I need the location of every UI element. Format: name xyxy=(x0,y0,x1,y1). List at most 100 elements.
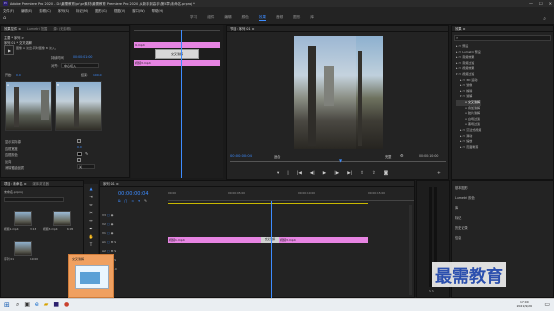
close-button[interactable]: ✕ xyxy=(549,1,552,6)
search-icon[interactable]: ⌕ xyxy=(16,301,19,309)
lock-icon[interactable]: ▢ xyxy=(107,231,110,235)
panel-essential-graphics[interactable]: 基本图形 xyxy=(455,183,553,193)
notification-icon[interactable]: ▭ xyxy=(544,301,550,308)
pen-tool-icon[interactable]: ✒ xyxy=(89,226,92,231)
mark-out-icon[interactable]: | xyxy=(287,171,289,176)
eye-icon[interactable]: ◉ xyxy=(111,213,114,217)
panel-history[interactable]: 历史记录 xyxy=(455,223,553,233)
maximize-button[interactable]: ☐ xyxy=(539,1,543,6)
tab-sequence[interactable]: 序列 01 ≡ xyxy=(103,181,119,186)
tab-effects[interactable]: 效果 ≡ xyxy=(455,26,465,31)
reverse-checkbox[interactable] xyxy=(77,158,81,162)
zoom-select[interactable]: 适合 xyxy=(274,154,280,159)
system-clock[interactable]: 17:00 2021/9/26 xyxy=(517,300,532,308)
hand-tool-icon[interactable]: ✋ xyxy=(89,234,94,239)
add-marker-icon[interactable]: ▾ xyxy=(138,199,140,203)
work-area-bar[interactable] xyxy=(168,203,368,204)
type-tool-icon[interactable]: T xyxy=(90,242,92,247)
program-scrub-bar[interactable] xyxy=(230,161,446,162)
tab-project[interactable]: 项目: 未命名 ≡ xyxy=(4,181,26,186)
menu-marker[interactable]: 标记(M) xyxy=(76,8,88,13)
border-color-swatch[interactable] xyxy=(77,152,82,156)
timeline-ruler[interactable]: 00:00 00:00:05:00 00:00:10:00 00:00:15:0… xyxy=(168,191,414,201)
taskbar-preview-popup[interactable]: 交叉溶解 xyxy=(68,254,114,298)
eyedropper-icon[interactable]: ✎ xyxy=(85,151,88,156)
end-value[interactable]: 100.0 xyxy=(93,73,102,77)
ripple-edit-tool-icon[interactable]: ⇔ xyxy=(89,202,92,207)
tab-lumetri-scopes[interactable]: Lumetri 范围 xyxy=(27,26,47,31)
premiere-taskbar-icon[interactable]: ■ xyxy=(53,301,59,309)
nest-icon[interactable]: ⧉ xyxy=(118,199,121,203)
alignment-select[interactable]: 中心切入 xyxy=(61,63,99,68)
tab-effect-controls[interactable]: 效果控件 ≡ xyxy=(4,26,21,31)
play-transition-preview[interactable]: ▶ xyxy=(4,45,14,55)
lift-icon[interactable]: ⇧ xyxy=(360,171,364,176)
menu-graphics[interactable]: 图形(G) xyxy=(95,8,107,13)
panel-markers[interactable]: 标记 xyxy=(455,213,553,223)
menu-window[interactable]: 窗口(W) xyxy=(132,8,144,13)
track-select-tool-icon[interactable]: ⇥ xyxy=(89,194,92,199)
search-icon[interactable]: ⌕ xyxy=(543,16,546,22)
resolution-select[interactable]: 完整 xyxy=(385,154,391,159)
timeline-settings-icon[interactable]: ✎ xyxy=(144,199,147,203)
menu-view[interactable]: 视图(V) xyxy=(114,8,125,13)
timeline-transition[interactable]: 交叉溶解 xyxy=(261,237,279,243)
workspace-tab-libraries[interactable]: 库 xyxy=(310,15,314,21)
effects-item-page-peel[interactable]: ▸ ▭ 页面剥落 xyxy=(456,145,481,151)
program-playhead-icon[interactable]: ▼ xyxy=(339,158,342,163)
lock-icon[interactable]: ▢ xyxy=(107,249,110,253)
menu-help[interactable]: 帮助(H) xyxy=(152,8,164,13)
task-view-icon[interactable]: ▣ xyxy=(24,301,30,309)
workspace-tab-graphics[interactable]: 图形 xyxy=(293,15,300,21)
timeline-playhead[interactable] xyxy=(271,201,272,299)
panel-info[interactable]: 信息 xyxy=(455,233,553,243)
step-forward-icon[interactable]: |▶ xyxy=(334,171,339,176)
menu-file[interactable]: 文件(F) xyxy=(3,8,14,13)
workspace-tab-editing[interactable]: 编辑 xyxy=(224,15,231,21)
app-icon[interactable]: ● xyxy=(64,301,69,309)
anti-aliasing-select[interactable]: 关 xyxy=(77,164,95,169)
go-to-in-icon[interactable]: |◀ xyxy=(297,171,302,176)
add-button-icon[interactable]: + xyxy=(437,171,441,176)
export-frame-icon[interactable]: ◙ xyxy=(384,171,388,176)
project-search-input[interactable] xyxy=(4,197,64,202)
file-explorer-icon[interactable]: ▰ xyxy=(44,301,49,309)
timeline-clip-video1[interactable]: 视频1.mp4 xyxy=(168,237,261,243)
slip-tool-icon[interactable]: ↔ xyxy=(89,218,92,223)
tab-program[interactable]: 节目: 序列 01 ≡ xyxy=(230,26,254,31)
panel-libraries[interactable]: 库 xyxy=(455,203,553,213)
workspace-tab-learn[interactable]: 学习 xyxy=(190,15,197,21)
clip-a-bar[interactable]: 9.mp4 xyxy=(134,42,220,48)
linked-icon[interactable]: ∞ xyxy=(131,199,134,203)
effects-search-input[interactable]: ⌕ xyxy=(454,35,551,41)
menu-edit[interactable]: 编辑(E) xyxy=(21,8,32,13)
timeline-scrollbar[interactable] xyxy=(409,205,412,295)
duration-value[interactable]: 00:00:01:00 xyxy=(73,55,92,59)
workspace-tab-effects[interactable]: 效果 xyxy=(258,15,266,21)
project-clip-thumb-2[interactable] xyxy=(53,211,71,226)
windows-start-icon[interactable]: ⊞ xyxy=(4,301,10,309)
lock-icon[interactable]: ▢ xyxy=(107,240,110,244)
project-clip-thumb-1[interactable] xyxy=(14,211,32,226)
transition-bar[interactable]: 交叉溶解 xyxy=(155,49,199,59)
workspace-tab-assembly[interactable]: 组件 xyxy=(207,15,214,21)
eye-icon[interactable]: ◉ xyxy=(111,222,114,226)
menu-sequence[interactable]: 序列(S) xyxy=(58,8,69,13)
menu-clip[interactable]: 剪辑(C) xyxy=(39,8,50,13)
meter-solo-buttons[interactable]: S S xyxy=(429,289,434,293)
program-timecode[interactable]: 00:00:00:04 xyxy=(230,154,252,158)
razor-tool-icon[interactable]: ✂ xyxy=(89,210,92,215)
workspace-tab-audio[interactable]: 音频 xyxy=(276,15,283,21)
panel-lumetri-color[interactable]: Lumetri 颜色 xyxy=(455,193,553,203)
lock-icon[interactable]: ▢ xyxy=(107,222,110,226)
show-sources-checkbox[interactable] xyxy=(77,139,81,143)
project-sequence-thumb[interactable] xyxy=(14,241,32,256)
workspace-tab-color[interactable]: 颜色 xyxy=(242,15,249,21)
clip-b-bar[interactable]: 视频3.mp4 xyxy=(134,60,220,66)
home-icon[interactable]: ⌂ xyxy=(3,16,8,21)
extract-icon[interactable]: ⇪ xyxy=(372,171,376,176)
tab-source[interactable]: 源: (无剪辑) xyxy=(53,26,71,31)
play-icon[interactable]: ▶ xyxy=(323,171,326,176)
mark-in-icon[interactable]: ▾ xyxy=(277,171,279,176)
snap-icon[interactable]: ⋂ xyxy=(125,199,128,203)
